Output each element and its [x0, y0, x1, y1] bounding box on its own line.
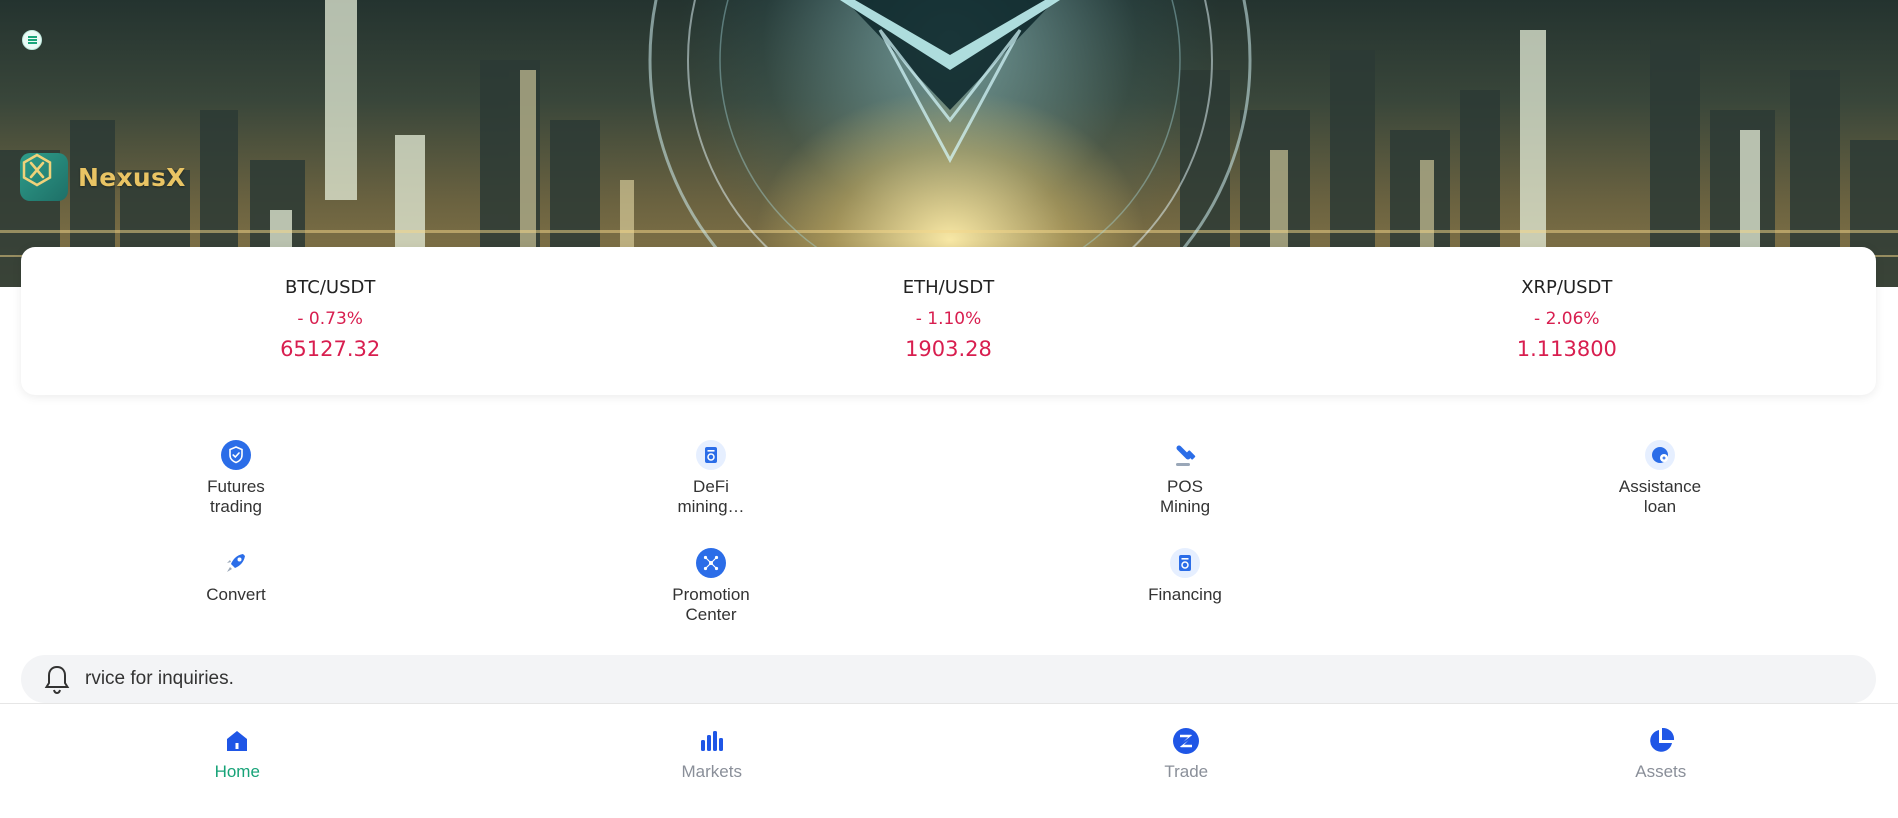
nav-trade[interactable]: Trade — [949, 704, 1424, 818]
financing-doc-icon — [1169, 547, 1201, 579]
pie-chart-icon — [1646, 726, 1676, 756]
nav-assets[interactable]: Assets — [1424, 704, 1898, 818]
feature-label: POS Mining — [1159, 477, 1211, 516]
menu-button[interactable] — [22, 30, 42, 50]
nav-label: Markets — [681, 762, 742, 781]
ticker-change: - 2.06% — [1534, 309, 1600, 329]
loan-coin-icon — [1644, 439, 1676, 471]
ticker-card: BTC/USDT - 0.73% 65127.32 ETH/USDT - 1.1… — [21, 247, 1876, 395]
ticker-price: 65127.32 — [280, 337, 381, 361]
feature-convert[interactable]: Convert — [156, 547, 316, 605]
shield-check-icon — [220, 439, 252, 471]
bottom-nav: Home Markets Trade Assets — [0, 703, 1898, 818]
nav-label: Assets — [1635, 762, 1687, 781]
brand-name: NexusX — [78, 162, 186, 192]
menu-icon — [27, 39, 37, 41]
bar-chart-icon — [697, 726, 727, 756]
bell-icon — [41, 663, 73, 695]
wallet-doc-icon — [695, 439, 727, 471]
trade-icon — [1171, 726, 1201, 756]
ticker-price: 1.113800 — [1516, 337, 1617, 361]
nav-home[interactable]: Home — [0, 704, 475, 818]
nav-label: Home — [214, 762, 260, 781]
app-page: NexusX BTC/USDT - 0.73% 65127.32 ETH/USD… — [0, 0, 1898, 818]
feature-label: Convert — [206, 585, 266, 604]
ticker-eth[interactable]: ETH/USDT - 1.10% 1903.28 — [639, 247, 1257, 395]
ticker-pair: BTC/USDT — [284, 277, 376, 298]
feature-label: DeFi mining… — [677, 477, 745, 516]
ticker-change: - 0.73% — [297, 309, 363, 329]
ticker-xrp[interactable]: XRP/USDT - 2.06% 1.113800 — [1258, 247, 1876, 395]
brand: NexusX — [20, 153, 186, 201]
ticker-pair: ETH/USDT — [902, 277, 995, 298]
pickaxe-icon — [1169, 439, 1201, 471]
feature-futures-trading[interactable]: Futures trading — [156, 439, 316, 517]
rocket-icon — [220, 547, 252, 579]
notice-bar[interactable]: rvice for inquiries. — [21, 655, 1876, 703]
nav-label: Trade — [1164, 762, 1209, 781]
feature-defi-mining[interactable]: DeFi mining… — [631, 439, 791, 517]
hero-banner: NexusX — [0, 0, 1898, 287]
ticker-change: - 1.10% — [915, 309, 982, 329]
feature-label: Futures trading — [207, 477, 265, 516]
feature-pos-mining[interactable]: POS Mining — [1105, 439, 1265, 517]
brand-logo-icon — [20, 153, 68, 201]
notice-text: rvice for inquiries. — [85, 668, 234, 689]
ticker-btc[interactable]: BTC/USDT - 0.73% 65127.32 — [21, 247, 639, 395]
feature-label: Promotion Center — [672, 585, 750, 624]
feature-promotion-center[interactable]: Promotion Center — [631, 547, 791, 625]
feature-financing[interactable]: Financing — [1105, 547, 1265, 605]
ticker-price: 1903.28 — [905, 337, 992, 361]
home-icon — [222, 726, 252, 756]
network-icon — [695, 547, 727, 579]
ticker-pair: XRP/USDT — [1521, 277, 1613, 298]
nav-markets[interactable]: Markets — [475, 704, 950, 818]
hero-illustration — [0, 0, 1898, 287]
feature-label: Assistance loan — [1618, 477, 1702, 516]
feature-label: Financing — [1148, 585, 1222, 604]
feature-assistance-loan[interactable]: Assistance loan — [1580, 439, 1740, 517]
